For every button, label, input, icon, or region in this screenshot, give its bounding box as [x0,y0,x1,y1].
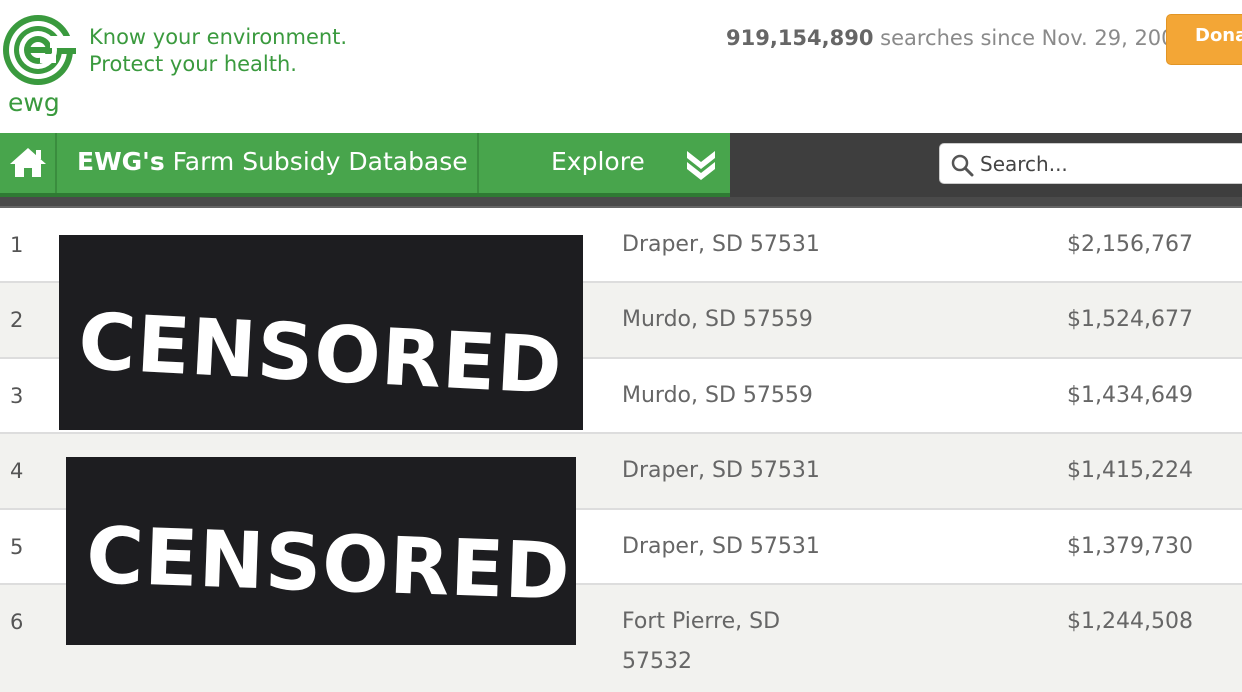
database-title-link[interactable]: EWG's Farm Subsidy Database [77,147,468,176]
rank-cell: 5 [10,535,24,559]
censor-overlay-1: CENSORED [59,235,583,430]
location-cell: Draper, SD 57531 [622,458,820,483]
rank-cell: 4 [10,459,24,483]
nav-divider [477,133,479,193]
censor-label: CENSORED [76,297,565,413]
amount-cell: $1,244,508 [1067,609,1193,634]
amount-cell: $1,524,677 [1067,307,1193,332]
tagline-line-1: Know your environment. [89,25,348,49]
database-title-rest: Farm Subsidy Database [164,147,468,176]
location-cell: Draper, SD 57531 [622,232,820,257]
search-box[interactable] [939,143,1242,184]
main-nav: EWG's Farm Subsidy Database Explore [0,133,1242,197]
location-cell: Fort Pierre, SD 57532 [622,609,781,674]
explore-menu-button[interactable]: Explore [551,147,645,176]
search-icon[interactable] [950,153,974,177]
amount-cell: $2,156,767 [1067,232,1193,257]
site-header: ewg Know your environment. Protect your … [0,0,1242,133]
amount-cell: $1,379,730 [1067,534,1193,559]
donate-button[interactable]: Dona [1166,14,1242,65]
location-cell: Murdo, SD 57559 [622,383,813,408]
home-button[interactable] [0,133,57,193]
tagline: Know your environment. Protect your heal… [89,24,347,78]
logo-wordmark: ewg [8,88,60,117]
double-chevron-down-icon[interactable] [683,145,719,181]
rank-cell: 1 [10,233,24,257]
nav-green-section: EWG's Farm Subsidy Database Explore [0,133,730,193]
censor-label: CENSORED [84,511,573,618]
search-input[interactable] [980,144,1240,183]
rank-cell: 6 [10,610,24,634]
tagline-line-2: Protect your health. [89,52,297,76]
home-icon [10,148,46,177]
censor-overlay-2: CENSORED [66,457,576,645]
search-count-value: 919,154,890 [726,26,874,50]
rank-cell: 2 [10,308,24,332]
database-title-bold: EWG's [77,147,165,176]
amount-cell: $1,434,649 [1067,383,1193,408]
rank-cell: 3 [10,384,24,408]
amount-cell: $1,415,224 [1067,458,1193,483]
table-header-strip [0,197,1242,208]
search-counter: 919,154,890 searches since Nov. 29, 2004 [726,26,1188,50]
location-cell: Murdo, SD 57559 [622,307,813,332]
location-cell: Draper, SD 57531 [622,534,820,559]
search-count-suffix: searches since Nov. 29, 2004 [873,26,1188,50]
